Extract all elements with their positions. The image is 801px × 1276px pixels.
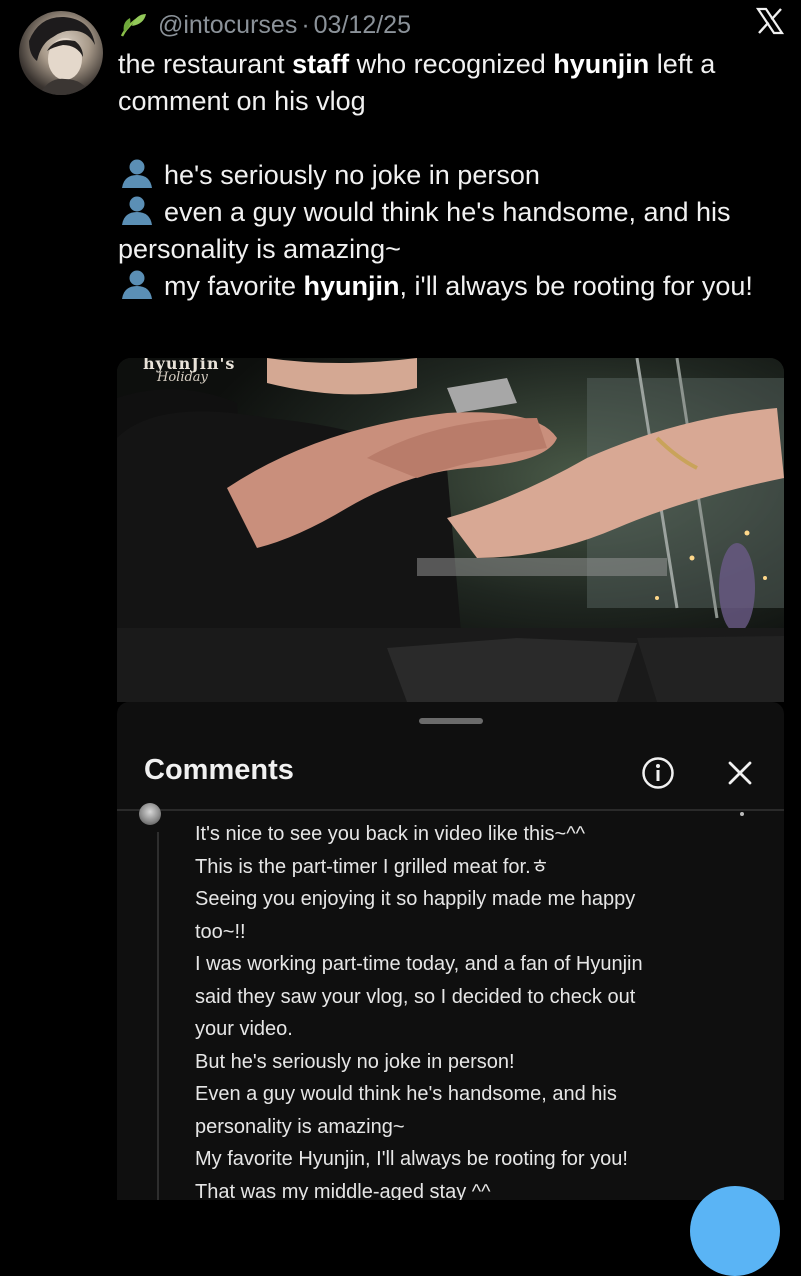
video-scene-graphic [117,358,784,702]
intro-bold-hyunjin: hyunjin [553,49,650,79]
header-separator: · [301,10,310,39]
comment-body: It's nice to see you back in video like … [195,818,755,1200]
info-icon[interactable] [641,756,675,790]
quote-text-2: even a guy would think he's handsome, an… [118,197,731,264]
bust-silhouette-icon [122,270,152,299]
quote-line-2: even a guy would think he's handsome, an… [118,194,788,268]
thread-line [157,832,159,1200]
comment-line: That was my middle-aged stay ^^ [195,1180,491,1201]
close-icon[interactable] [725,758,755,788]
tweet-text: the restaurant staff who recognized hyun… [118,46,788,305]
comment-line: I was working part-time today, and a fan… [195,953,643,975]
more-options-icon[interactable] [740,812,744,816]
comment-line: It's nice to see you back in video like … [195,823,586,845]
author-avatar[interactable] [19,11,103,95]
comment-line: your video. [195,1018,293,1040]
avatar-portrait [29,16,95,95]
quote-text-1: he's seriously no joke in person [164,160,540,190]
x-logo-icon[interactable] [755,6,785,36]
author-handle[interactable]: @intocurses [158,11,297,40]
tweet-intro: the restaurant staff who recognized hyun… [118,46,788,120]
comment-line: Seeing you enjoying it so happily made m… [195,888,636,910]
bust-silhouette-icon [122,159,152,188]
commenter-avatar[interactable] [139,803,161,825]
tweet-header: @intocurses · 03/12/25 [118,8,411,42]
video-thumbnail[interactable]: hyunJin's Holiday [117,358,784,702]
intro-text-2: who recognized [349,49,554,79]
drag-handle[interactable] [419,718,483,724]
quote-line-3: my favorite hyunjin, i'll always be root… [118,268,788,305]
tweet-date[interactable]: 03/12/25 [314,11,411,40]
video-overlay-subtitle: Holiday [157,370,208,385]
intro-bold-staff: staff [292,49,350,79]
leaf-emoji-icon [120,14,146,37]
comment-line: said they saw your vlog, so I decided to… [195,985,636,1008]
quote-line-1: he's seriously no joke in person [118,157,788,194]
comment-line: personality is amazing~ [195,1115,405,1138]
comment-line: Even a guy would think he's handsome, an… [195,1083,617,1105]
panel-divider [117,809,784,811]
quote-bold-hyunjin: hyunjin [303,271,400,301]
bust-silhouette-icon [122,196,152,225]
comment-line: This is the part-timer I grilled meat fo… [195,855,550,878]
intro-text-1: the restaurant [118,49,293,79]
quote-text-3a: my favorite [164,271,304,301]
comment-line: My favorite Hyunjin, I'll always be root… [195,1148,628,1170]
comments-title: Comments [144,754,294,786]
comments-panel: Comments It's nice to see you back in vi… [117,702,784,1200]
comment-line: too~!! [195,920,246,943]
quote-text-3b: , i'll always be rooting for you! [399,271,753,301]
comment-line: But he's seriously no joke in person! [195,1050,515,1073]
